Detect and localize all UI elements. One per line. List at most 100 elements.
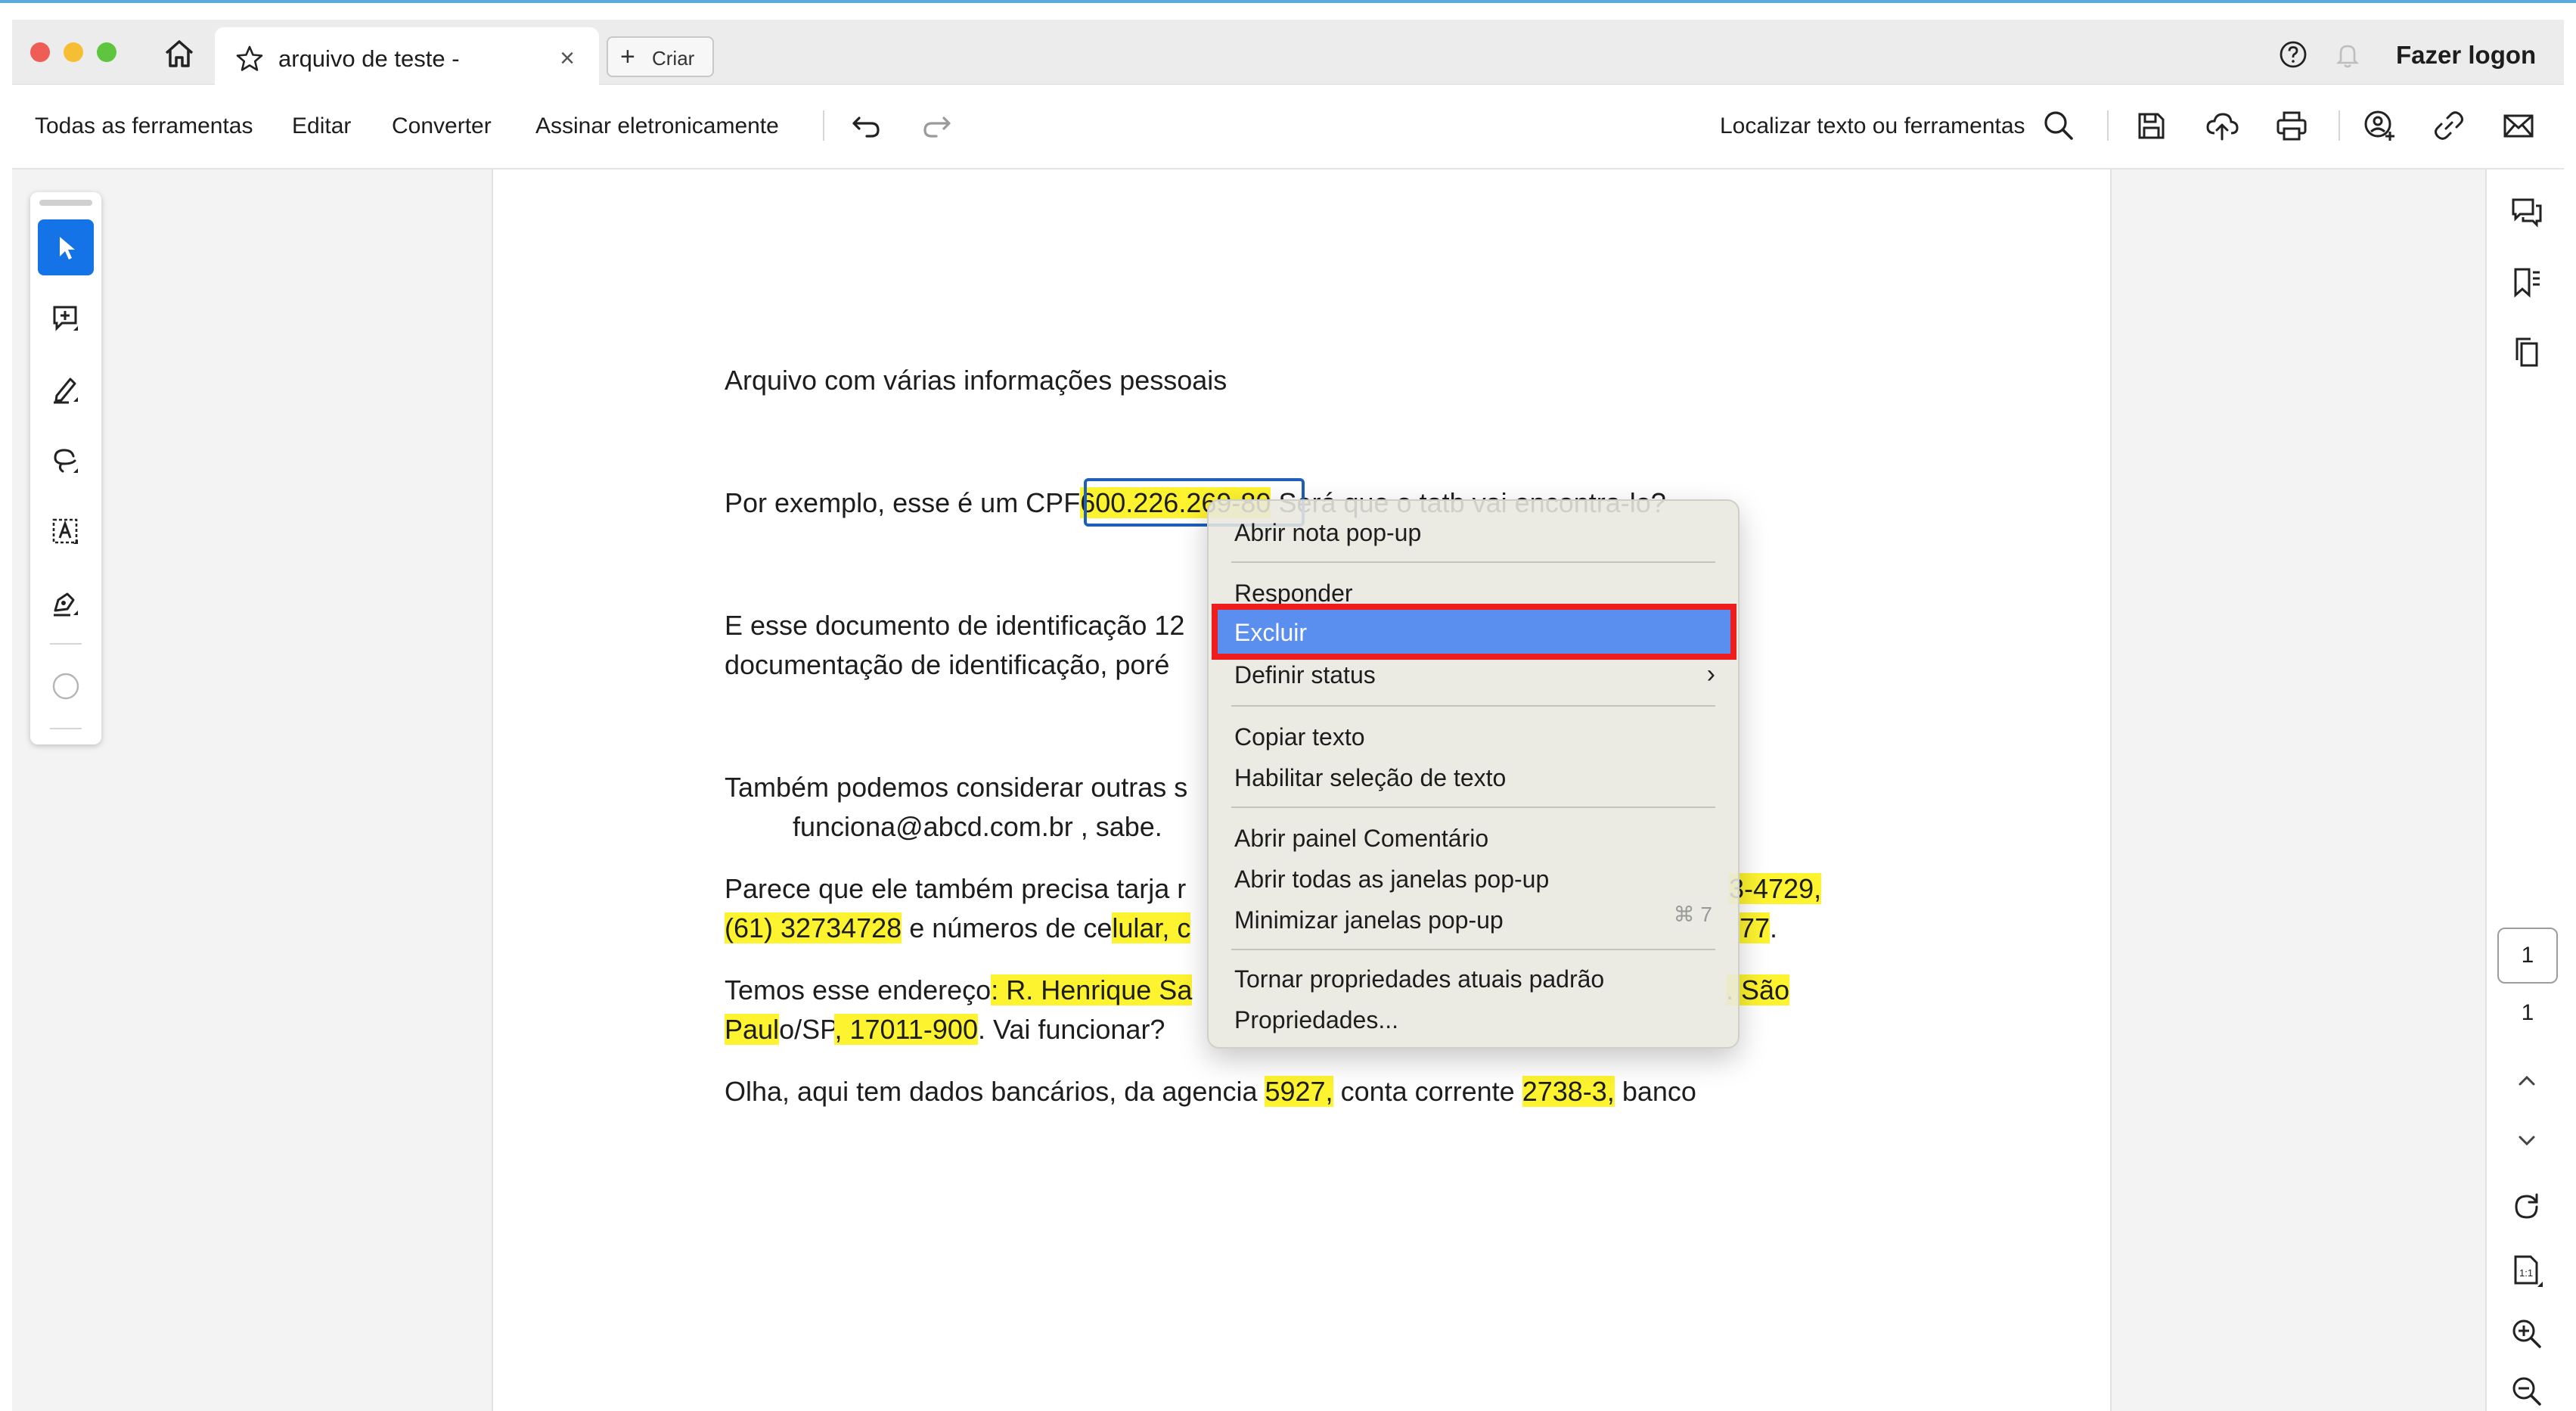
doc-phone-line-1: Parece que ele também precisa tarja r — [725, 873, 1187, 904]
highlight-tool-button[interactable] — [38, 362, 94, 418]
login-button[interactable]: Fazer logon — [2396, 41, 2536, 70]
doc-address-line-2: Paulo/SP, 17011-900. Vai funcionar? — [725, 1014, 1165, 1046]
toolbar-divider — [2339, 110, 2340, 141]
menu-item-enable-text-selection[interactable]: Habilitar seleção de texto — [1234, 764, 1506, 792]
search-tools-label[interactable]: Localizar texto ou ferramentas — [1720, 113, 2025, 139]
color-circle-icon — [52, 673, 79, 700]
address-highlight[interactable]: : R. Henrique Sa — [991, 974, 1193, 1005]
convert-menu[interactable]: Converter — [392, 113, 492, 139]
chevron-down-icon[interactable] — [2509, 1123, 2544, 1158]
tab-title: arquivo de teste - — [278, 45, 460, 72]
page-number-input[interactable]: 1 — [2497, 928, 2558, 984]
rotate-icon[interactable] — [2509, 1189, 2544, 1224]
menu-item-properties[interactable]: Propriedades... — [1234, 1006, 1398, 1034]
doc-email-line-1: Também podemos considerar outras s — [725, 772, 1188, 803]
zoom-out-icon[interactable] — [2509, 1374, 2544, 1409]
page-fit-icon[interactable]: 1:1 — [2509, 1253, 2544, 1288]
chevron-up-icon[interactable] — [2509, 1064, 2544, 1099]
bell-icon[interactable] — [2332, 39, 2363, 70]
doc-id-line-1: E esse documento de identificação 12 — [725, 610, 1185, 641]
share-user-icon[interactable] — [2361, 107, 2398, 144]
text-box-tool-button[interactable] — [38, 504, 94, 560]
doc-address-line-1: Temos esse endereço: R. Henrique Sa — [725, 974, 1193, 1006]
menu-separator — [1231, 949, 1715, 950]
menu-item-copy-text[interactable]: Copiar texto — [1234, 723, 1365, 751]
help-icon[interactable] — [2278, 39, 2308, 70]
address-prefix: Temos esse endereço — [725, 974, 992, 1005]
account-highlight[interactable]: 2738-3, — [1522, 1076, 1615, 1107]
add-comment-button[interactable] — [38, 291, 94, 347]
zoom-in-icon[interactable] — [2509, 1316, 2544, 1351]
cpf-prefix: Por exemplo, esse é um CPF — [725, 487, 1081, 518]
pen-icon — [54, 378, 78, 404]
print-icon[interactable] — [2273, 107, 2310, 144]
home-icon[interactable] — [160, 35, 198, 73]
doc-title-line: Arquivo com várias informações pessoais — [725, 365, 1227, 396]
maximize-window-button[interactable] — [97, 42, 116, 62]
mail-icon[interactable] — [2500, 107, 2537, 144]
agency-highlight[interactable]: 5927, — [1265, 1076, 1333, 1107]
phone-text: e números de ce — [902, 912, 1113, 943]
menu-item-make-default[interactable]: Tornar propriedades atuais padrão — [1234, 965, 1604, 993]
sign-menu[interactable]: Assinar eletronicamente — [535, 113, 779, 139]
doc-phone-line-2-tail: 77. — [1740, 912, 1777, 944]
palette-divider — [50, 643, 82, 645]
cellphone-period: . — [1770, 912, 1778, 943]
title-bar: arquivo de teste - × + Criar Fazer logon — [12, 20, 2564, 85]
bookmarks-panel-icon[interactable] — [2509, 265, 2544, 300]
edit-menu[interactable]: Editar — [292, 113, 351, 139]
pages-panel-icon[interactable] — [2509, 334, 2544, 369]
minimize-window-button[interactable] — [64, 42, 83, 62]
close-window-button[interactable] — [30, 42, 50, 62]
doc-bank-line: Olha, aqui tem dados bancários, da agenc… — [725, 1076, 1696, 1108]
select-tool-button[interactable] — [38, 219, 94, 275]
toolbar-divider — [2107, 110, 2109, 141]
address-suffix: . Vai funcionar? — [977, 1014, 1165, 1045]
svg-text:1:1: 1:1 — [2519, 1267, 2533, 1279]
menu-item-open-popup-note[interactable]: Abrir nota pop-up — [1234, 519, 1421, 547]
menu-item-minimize-popups[interactable]: Minimizar janelas pop-up — [1234, 906, 1504, 934]
text-box-icon — [52, 518, 78, 544]
zip-highlight[interactable]: , 17011-900 — [834, 1014, 978, 1045]
document-tab[interactable]: arquivo de teste - × — [215, 27, 599, 85]
sign-tool-button[interactable] — [38, 575, 94, 631]
palette-grip[interactable] — [39, 200, 92, 206]
menu-item-set-status[interactable]: Definir status — [1234, 661, 1376, 689]
menu-separator — [1231, 807, 1715, 808]
undo-icon[interactable] — [849, 107, 885, 144]
create-label: Criar — [652, 47, 695, 70]
doc-phone-line-1-tail: 3-4729, — [1729, 873, 1822, 905]
save-icon[interactable] — [2133, 107, 2169, 144]
phone-highlight-tail[interactable]: 3-4729, — [1729, 873, 1822, 904]
lasso-icon — [54, 449, 78, 473]
draw-tool-button[interactable] — [38, 433, 94, 489]
cellphone-highlight-tail[interactable]: 77 — [1740, 912, 1771, 943]
bank-middle: conta corrente — [1333, 1076, 1522, 1107]
tab-close-icon[interactable]: × — [560, 44, 575, 73]
comments-panel-icon[interactable] — [2509, 195, 2544, 230]
cloud-upload-icon[interactable] — [2204, 107, 2240, 144]
cellphone-highlight[interactable]: lular, c — [1112, 912, 1191, 943]
toolbar-divider — [823, 110, 824, 141]
minimize-shortcut: ⌘ 7 — [1673, 903, 1712, 926]
search-icon[interactable] — [2041, 107, 2077, 144]
pointer-icon — [60, 237, 75, 260]
all-tools-menu[interactable]: Todas as ferramentas — [35, 113, 253, 139]
current-page: 1 — [2521, 943, 2534, 968]
menu-separator — [1231, 705, 1715, 707]
bank-prefix: Olha, aqui tem dados bancários, da agenc… — [725, 1076, 1265, 1107]
phone-highlight[interactable]: (61) 32734728 — [725, 912, 902, 943]
create-button[interactable]: + Criar — [607, 36, 714, 77]
city-highlight-2[interactable]: Paul — [725, 1014, 780, 1045]
menu-separator — [1231, 561, 1715, 563]
doc-email-line-2: funciona@abcd.com.br , sabe. — [793, 811, 1162, 842]
link-icon[interactable] — [2431, 107, 2467, 144]
star-icon[interactable] — [234, 44, 265, 74]
redo-icon[interactable] — [918, 107, 954, 144]
menu-item-open-all-popups[interactable]: Abrir todas as janelas pop-up — [1234, 866, 1549, 894]
quick-tools-palette — [30, 192, 101, 744]
doc-id-line-2: documentação de identificação, poré — [725, 649, 1170, 680]
menu-item-open-comment-panel[interactable]: Abrir painel Comentário — [1234, 825, 1488, 853]
bank-suffix: banco — [1614, 1076, 1696, 1107]
color-picker-button[interactable] — [38, 658, 94, 714]
